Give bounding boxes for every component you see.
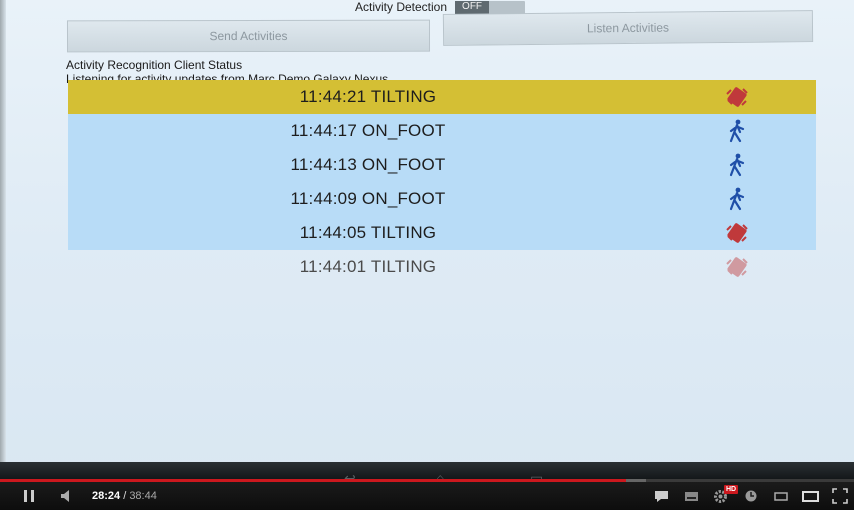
duration: 38:44: [129, 490, 157, 502]
tablet-bezel: [0, 0, 6, 482]
fullscreen-icon: [832, 488, 848, 504]
time-display: 28:24 / 38:44: [92, 490, 157, 502]
subtitles-icon: [684, 492, 698, 501]
hd-badge: HD: [724, 485, 739, 494]
walking-icon: [723, 117, 751, 145]
activity-row[interactable]: 11:44:05 TILTING: [68, 216, 816, 250]
captions-button[interactable]: [650, 482, 672, 510]
activity-detection-label: Activity Detection: [355, 0, 448, 14]
current-time: 28:24: [92, 490, 121, 502]
pause-icon: [24, 490, 34, 502]
listen-activities-button[interactable]: Listen Activities: [442, 10, 814, 46]
walking-icon: [723, 185, 751, 213]
activity-row[interactable]: 11:44:01 TILTING: [68, 250, 816, 284]
activity-text: 11:44:01 TILTING: [299, 257, 437, 276]
tilting-icon: [723, 253, 751, 281]
activity-text: 11:44:17 ON_FOOT: [290, 121, 446, 140]
fullscreen-button[interactable]: [828, 482, 852, 510]
activity-text: 11:44:09 ON_FOOT: [290, 189, 446, 208]
clock-icon: [745, 490, 757, 502]
player-controls: 28:24 / 38:44 HD: [0, 482, 854, 510]
activity-detection-toggle[interactable]: OFF: [455, 0, 526, 14]
speech-bubble-icon: [654, 491, 668, 502]
subtitles-button[interactable]: [680, 482, 702, 510]
volume-button[interactable]: [54, 482, 78, 510]
activity-text: 11:44:13 ON_FOOT: [290, 155, 446, 174]
tilting-icon: [723, 219, 751, 247]
watch-later-button[interactable]: [740, 482, 762, 510]
status-title: Activity Recognition Client Status: [66, 58, 243, 72]
toggle-state: OFF: [455, 0, 490, 14]
activity-row[interactable]: 11:44:21 TILTING: [68, 80, 816, 114]
activity-list: 11:44:21 TILTING 11:44:17 ON_FOOT 11:44:…: [68, 80, 816, 284]
activity-text: 11:44:21 TILTING: [299, 87, 437, 106]
activity-detection-toggle-row: Activity Detection OFF: [355, 0, 526, 14]
activity-text: 11:44:05 TILTING: [299, 223, 437, 242]
time-separator: /: [120, 490, 130, 502]
activity-row[interactable]: 11:44:09 ON_FOOT: [68, 182, 816, 216]
small-player-icon: [773, 492, 788, 501]
tilting-icon: [723, 83, 751, 111]
small-player-button[interactable]: [770, 482, 792, 510]
walking-icon: [723, 151, 751, 179]
speaker-icon: [61, 490, 69, 502]
activity-row[interactable]: 11:44:13 ON_FOOT: [68, 148, 816, 182]
activity-row[interactable]: 11:44:17 ON_FOOT: [68, 114, 816, 148]
send-activities-button[interactable]: Send Activities: [66, 19, 431, 53]
theater-mode-button[interactable]: [798, 482, 822, 510]
pause-button[interactable]: [14, 482, 44, 510]
large-player-icon: [801, 490, 819, 502]
video-frame[interactable]: Activity Detection OFF Send Activities L…: [0, 0, 854, 482]
